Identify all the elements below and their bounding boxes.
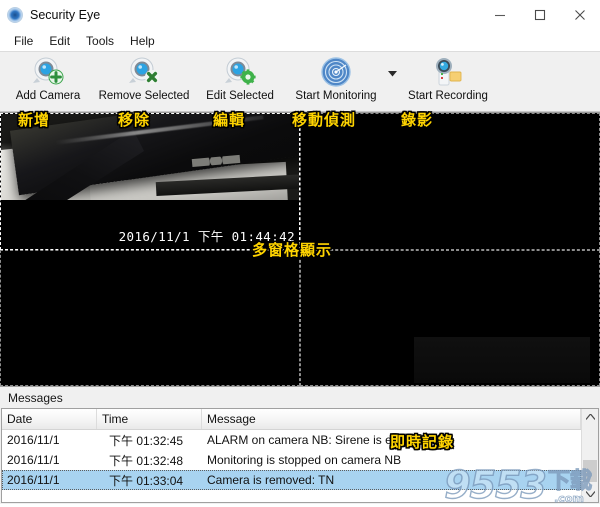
chevron-down-icon [388,66,397,80]
chevron-down-icon[interactable] [582,486,598,502]
messages-caption: Messages [0,387,600,408]
annotation-edit: 編輯 [213,109,245,130]
chevron-up-icon[interactable] [582,409,598,425]
start-recording-label: Start Recording [408,90,488,102]
close-button[interactable] [560,0,600,29]
menu-tools[interactable]: Tools [78,32,122,50]
messages-grid: Date Time Message 2016/11/1 下午 01:32:45 … [1,408,599,503]
monitoring-dropdown-button[interactable] [384,52,400,108]
cell-message: Monitoring is stopped on camera NB [202,450,581,470]
cell-time: 下午 01:33:04 [97,470,202,490]
edit-selected-label: Edit Selected [206,90,274,102]
table-row-selected[interactable]: 2016/11/1 下午 01:33:04 Camera is removed:… [2,470,581,490]
menu-file[interactable]: File [6,32,41,50]
video-pane-3[interactable] [0,250,300,387]
maximize-button[interactable] [520,0,560,29]
window-title: Security Eye [30,8,480,22]
remove-selected-button[interactable]: Remove Selected [96,52,192,108]
cell-date: 2016/11/1 [2,450,97,470]
menu-help[interactable]: Help [122,32,163,50]
messages-panel: Messages Date Time Message 2016/11/1 下午 … [0,386,600,504]
pane4-shade [414,337,590,383]
column-header-date[interactable]: Date [2,409,97,429]
video-pane-1[interactable]: 2016/11/1 下午 01:44:42 [0,113,300,250]
minimize-button[interactable] [480,0,520,29]
camera-add-icon [31,55,65,89]
toolbar: Add Camera Remove Selected [0,51,600,112]
annotation-add: 新增 [18,109,50,130]
annotation-recording: 錄影 [401,109,433,130]
scrollbar-thumb[interactable] [583,460,597,482]
start-recording-button[interactable]: Start Recording [400,52,496,108]
annotation-real-time-log: 即時記錄 [390,431,454,452]
start-monitoring-button[interactable]: Start Monitoring [288,52,384,108]
camera-eye-icon [7,7,23,23]
table-row[interactable]: 2016/11/1 下午 01:32:45 ALARM on camera NB… [2,430,581,450]
video-pane-2[interactable] [300,113,600,250]
titlebar: Security Eye [0,0,600,30]
cell-time: 下午 01:32:48 [97,450,202,470]
window-controls [480,0,600,29]
column-header-time[interactable]: Time [97,409,202,429]
menubar: File Edit Tools Help [0,30,600,51]
add-camera-label: Add Camera [16,90,81,102]
add-camera-button[interactable]: Add Camera [0,52,96,108]
cell-message: Camera is removed: TN [202,470,581,490]
start-monitoring-label: Start Monitoring [295,90,376,102]
cell-date: 2016/11/1 [2,430,97,450]
table-row[interactable]: 2016/11/1 下午 01:32:48 Monitoring is stop… [2,450,581,470]
annotation-multi-pane-display: 多窗格顯示 [252,239,332,260]
camera-edit-icon [223,55,257,89]
camcorder-icon [431,55,465,89]
video-pane-4[interactable] [300,250,600,387]
column-header-message[interactable]: Message [202,409,581,429]
messages-grid-body: Date Time Message 2016/11/1 下午 01:32:45 … [2,409,581,502]
cell-time: 下午 01:32:45 [97,430,202,450]
cell-date: 2016/11/1 [2,470,97,490]
edit-selected-button[interactable]: Edit Selected [192,52,288,108]
camera-remove-icon [127,55,161,89]
messages-header-row: Date Time Message [2,409,581,430]
remove-selected-label: Remove Selected [99,90,190,102]
annotation-remove: 移除 [118,109,150,130]
security-eye-window: Security Eye File Edit Tools Help [0,0,600,504]
messages-scrollbar[interactable] [581,409,598,502]
annotation-motion-detection: 移動偵測 [292,109,356,130]
radar-icon [319,55,353,89]
menu-edit[interactable]: Edit [41,32,78,50]
